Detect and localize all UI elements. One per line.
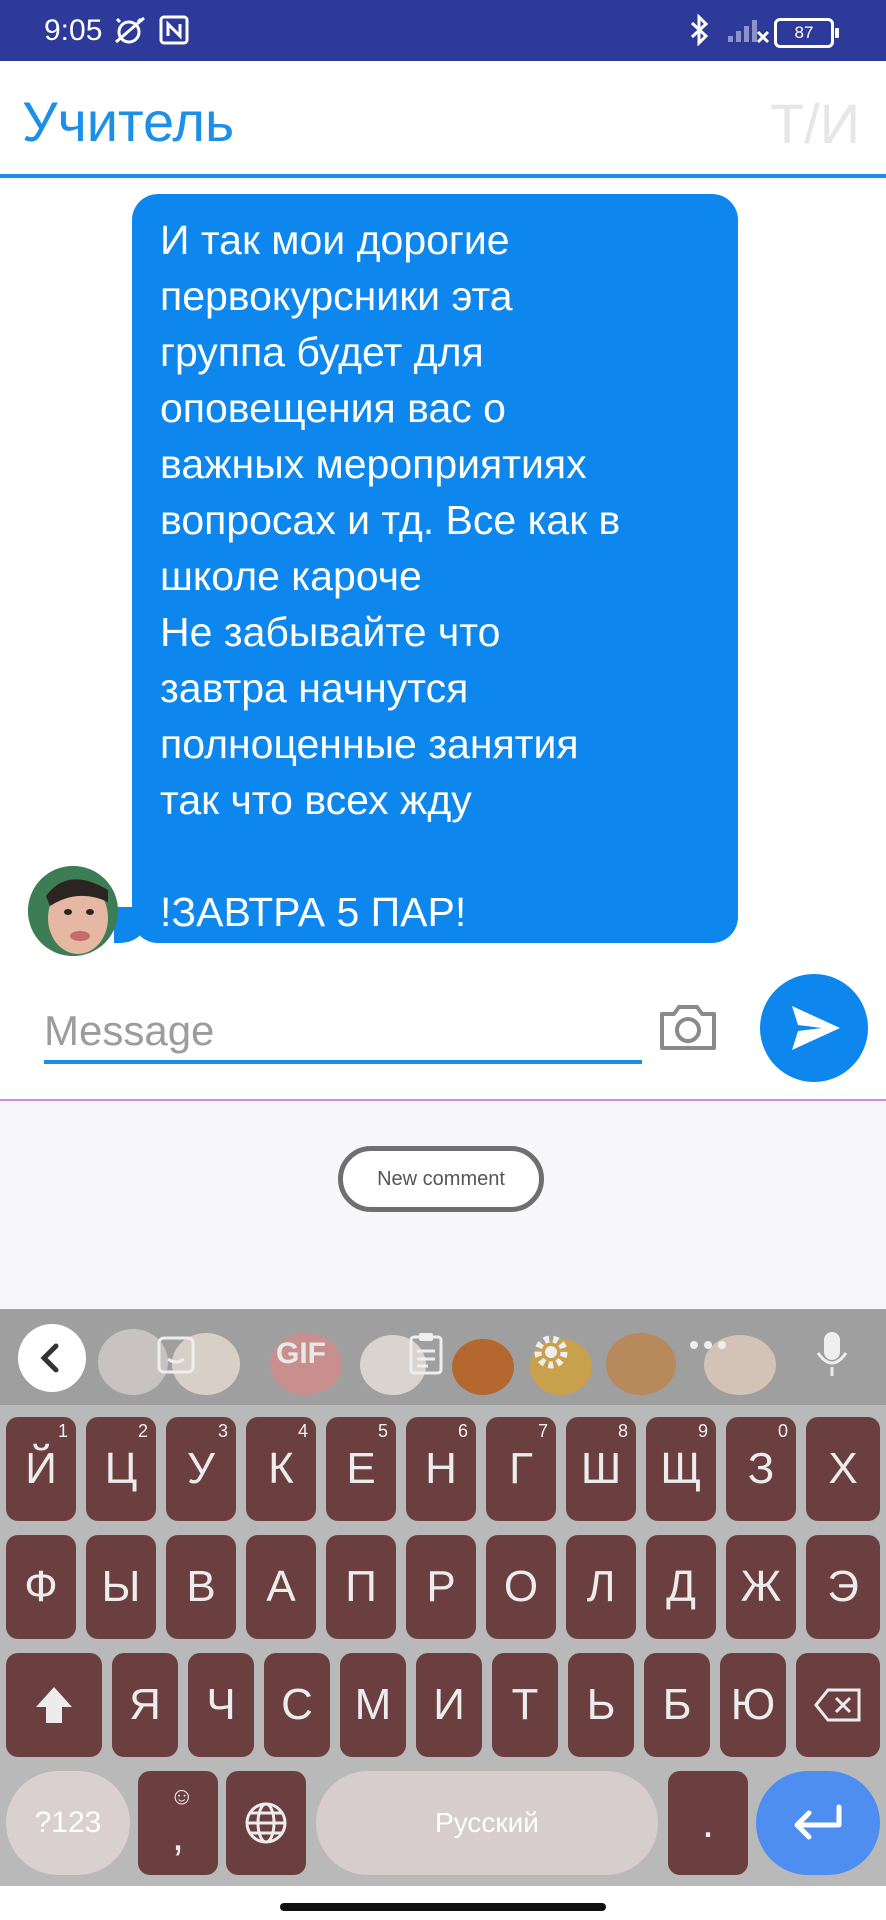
key-r3-6[interactable]: Т	[492, 1653, 558, 1757]
key-r1-9[interactable]: Щ9	[646, 1417, 716, 1521]
space-key[interactable]: Русский	[316, 1771, 658, 1875]
key-r2-2[interactable]: Ы	[86, 1535, 156, 1639]
key-r3-5[interactable]: И	[416, 1653, 482, 1757]
enter-key[interactable]	[756, 1771, 880, 1875]
key-r3-2[interactable]: Ч	[188, 1653, 254, 1757]
message-input[interactable]	[44, 1002, 642, 1064]
key-r1-3[interactable]: У3	[166, 1417, 236, 1521]
key-r1-2[interactable]: Ц2	[86, 1417, 156, 1521]
nfc-icon	[158, 14, 190, 50]
key-r3-3[interactable]: С	[264, 1653, 330, 1757]
contact-initials[interactable]: Т/И	[770, 91, 860, 156]
chevron-left-icon	[40, 1343, 59, 1373]
key-r3-7[interactable]: Ь	[568, 1653, 634, 1757]
backspace-icon	[814, 1688, 861, 1722]
key-r3-9[interactable]: Ю	[720, 1653, 786, 1757]
shift-key[interactable]	[6, 1653, 102, 1757]
key-r2-4[interactable]: А	[246, 1535, 316, 1639]
key-r1-7[interactable]: Г7	[486, 1417, 556, 1521]
key-r1-5[interactable]: Е5	[326, 1417, 396, 1521]
key-r1-1[interactable]: Й1	[6, 1417, 76, 1521]
period-key[interactable]: .	[668, 1771, 748, 1875]
key-r2-8[interactable]: Л	[566, 1535, 636, 1639]
key-r2-3[interactable]: В	[166, 1535, 236, 1639]
comma-key[interactable]: , ☺	[138, 1771, 218, 1875]
sticker-icon[interactable]	[156, 1335, 196, 1383]
key-r1-10[interactable]: З0	[726, 1417, 796, 1521]
backspace-key[interactable]	[796, 1653, 880, 1757]
gear-icon[interactable]	[530, 1331, 572, 1381]
key-r3-4[interactable]: М	[340, 1653, 406, 1757]
status-bar: 9:05 87	[0, 0, 886, 61]
new-comment-button[interactable]: New comment	[338, 1146, 544, 1212]
microphone-icon[interactable]	[812, 1329, 852, 1387]
key-r2-5[interactable]: П	[326, 1535, 396, 1639]
bluetooth-icon	[686, 13, 714, 50]
avatar[interactable]	[28, 866, 118, 956]
send-icon	[792, 1006, 840, 1050]
key-r2-10[interactable]: Ж	[726, 1535, 796, 1639]
key-r1-6[interactable]: Н6	[406, 1417, 476, 1521]
language-key[interactable]	[226, 1771, 306, 1875]
clipboard-icon[interactable]	[408, 1331, 444, 1383]
camera-icon[interactable]	[658, 1002, 718, 1056]
keyboard-back-button[interactable]	[18, 1324, 86, 1392]
key-r2-6[interactable]: Р	[406, 1535, 476, 1639]
key-r2-9[interactable]: Д	[646, 1535, 716, 1639]
emoji-icon: ☺	[169, 1783, 194, 1810]
send-button[interactable]	[760, 974, 868, 1082]
home-indicator[interactable]	[280, 1903, 606, 1911]
enter-icon	[794, 1804, 842, 1840]
key-r3-1[interactable]: Я	[112, 1653, 178, 1757]
status-time: 9:05	[44, 14, 103, 47]
battery-level: 87	[794, 23, 814, 42]
key-r1-11[interactable]: Х	[806, 1417, 880, 1521]
shift-icon	[36, 1687, 72, 1723]
key-r2-7[interactable]: О	[486, 1535, 556, 1639]
key-r1-8[interactable]: Ш8	[566, 1417, 636, 1521]
symbols-key[interactable]: ?123	[6, 1771, 130, 1875]
chat-header: Учитель Т/И	[0, 61, 886, 178]
message-bubble[interactable]: И так мои дорогие первокурсники эта груп…	[114, 194, 738, 943]
chat-title[interactable]: Учитель	[22, 89, 234, 154]
key-r1-4[interactable]: К4	[246, 1417, 316, 1521]
signal-off-icon	[726, 14, 770, 50]
key-r2-11[interactable]: Э	[806, 1535, 880, 1639]
globe-icon	[245, 1802, 287, 1844]
battery-icon: 87	[774, 18, 839, 48]
gif-button[interactable]: GIF	[276, 1337, 326, 1371]
keyboard-toolbar: GIF	[0, 1309, 886, 1405]
keyboard: GIF Й1 Ц2 У3 К4 Е5 Н6 Г7 Ш8 Щ9 З0 Х Ф Ы …	[0, 1309, 886, 1886]
more-icon[interactable]	[688, 1329, 728, 1363]
key-r3-8[interactable]: Б	[644, 1653, 710, 1757]
key-r2-1[interactable]: Ф	[6, 1535, 76, 1639]
alarm-off-icon	[112, 14, 148, 50]
